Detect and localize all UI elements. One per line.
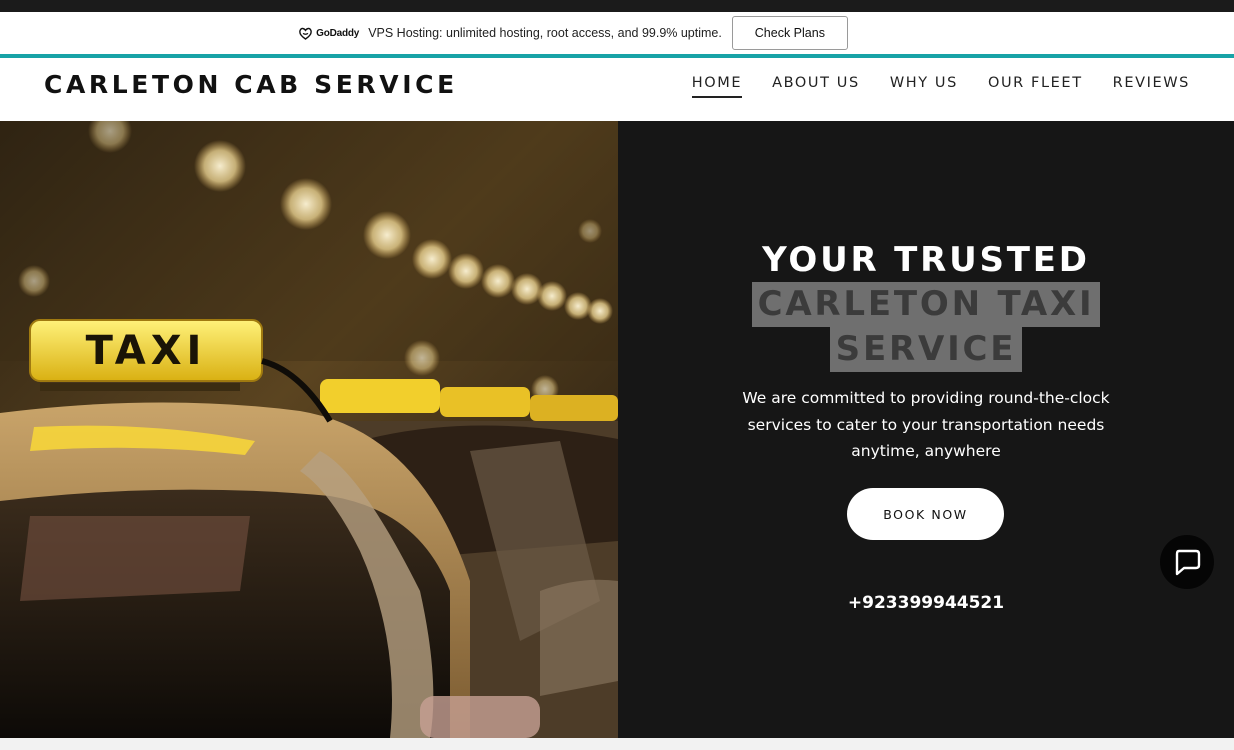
hero-headline: YOUR TRUSTED CARLETON TAXI SERVICE <box>618 238 1234 372</box>
site-header: CARLETON CAB SERVICE HOME ABOUT US WHY U… <box>0 58 1234 121</box>
hero-subtext: We are committed to providing round-the-… <box>618 385 1234 465</box>
hero-taxi-photo: TAXI <box>0 121 618 738</box>
godaddy-logo-icon <box>299 27 312 40</box>
promo-text: VPS Hosting: unlimited hosting, root acc… <box>368 26 722 40</box>
chat-bubble-icon <box>1175 549 1201 576</box>
headline-line-3: SERVICE <box>829 327 1023 372</box>
nav-our-fleet[interactable]: OUR FLEET <box>988 75 1083 98</box>
nav-why-us[interactable]: WHY US <box>890 75 958 98</box>
headline-line-1: YOUR TRUSTED <box>762 240 1090 280</box>
nav-about-us[interactable]: ABOUT US <box>772 75 860 98</box>
nav-reviews[interactable]: REVIEWS <box>1113 75 1190 98</box>
browser-top-strip <box>0 0 1234 12</box>
book-now-button[interactable]: BOOK NOW <box>847 488 1004 540</box>
phone-number[interactable]: +923399944521 <box>618 593 1234 613</box>
godaddy-logo[interactable]: GoDaddy <box>298 27 359 40</box>
taxi-sign-text: TAXI <box>86 328 207 374</box>
page-bottom-strip <box>0 738 1234 750</box>
headline-line-2: CARLETON TAXI <box>751 282 1101 327</box>
nav-home[interactable]: HOME <box>691 75 743 98</box>
check-plans-button[interactable]: Check Plans <box>731 16 848 50</box>
site-title[interactable]: CARLETON CAB SERVICE <box>44 70 458 99</box>
godaddy-brand-text: GoDaddy <box>316 27 360 39</box>
promo-banner: GoDaddy VPS Hosting: unlimited hosting, … <box>0 12 1234 54</box>
chat-button[interactable] <box>1160 535 1214 589</box>
hero-subtext-body: We are committed to providing round-the-… <box>742 389 1110 460</box>
hero-panel: YOUR TRUSTED CARLETON TAXI SERVICE We ar… <box>618 121 1234 738</box>
main-nav: HOME ABOUT US WHY US OUR FLEET REVIEWS <box>691 75 1190 98</box>
